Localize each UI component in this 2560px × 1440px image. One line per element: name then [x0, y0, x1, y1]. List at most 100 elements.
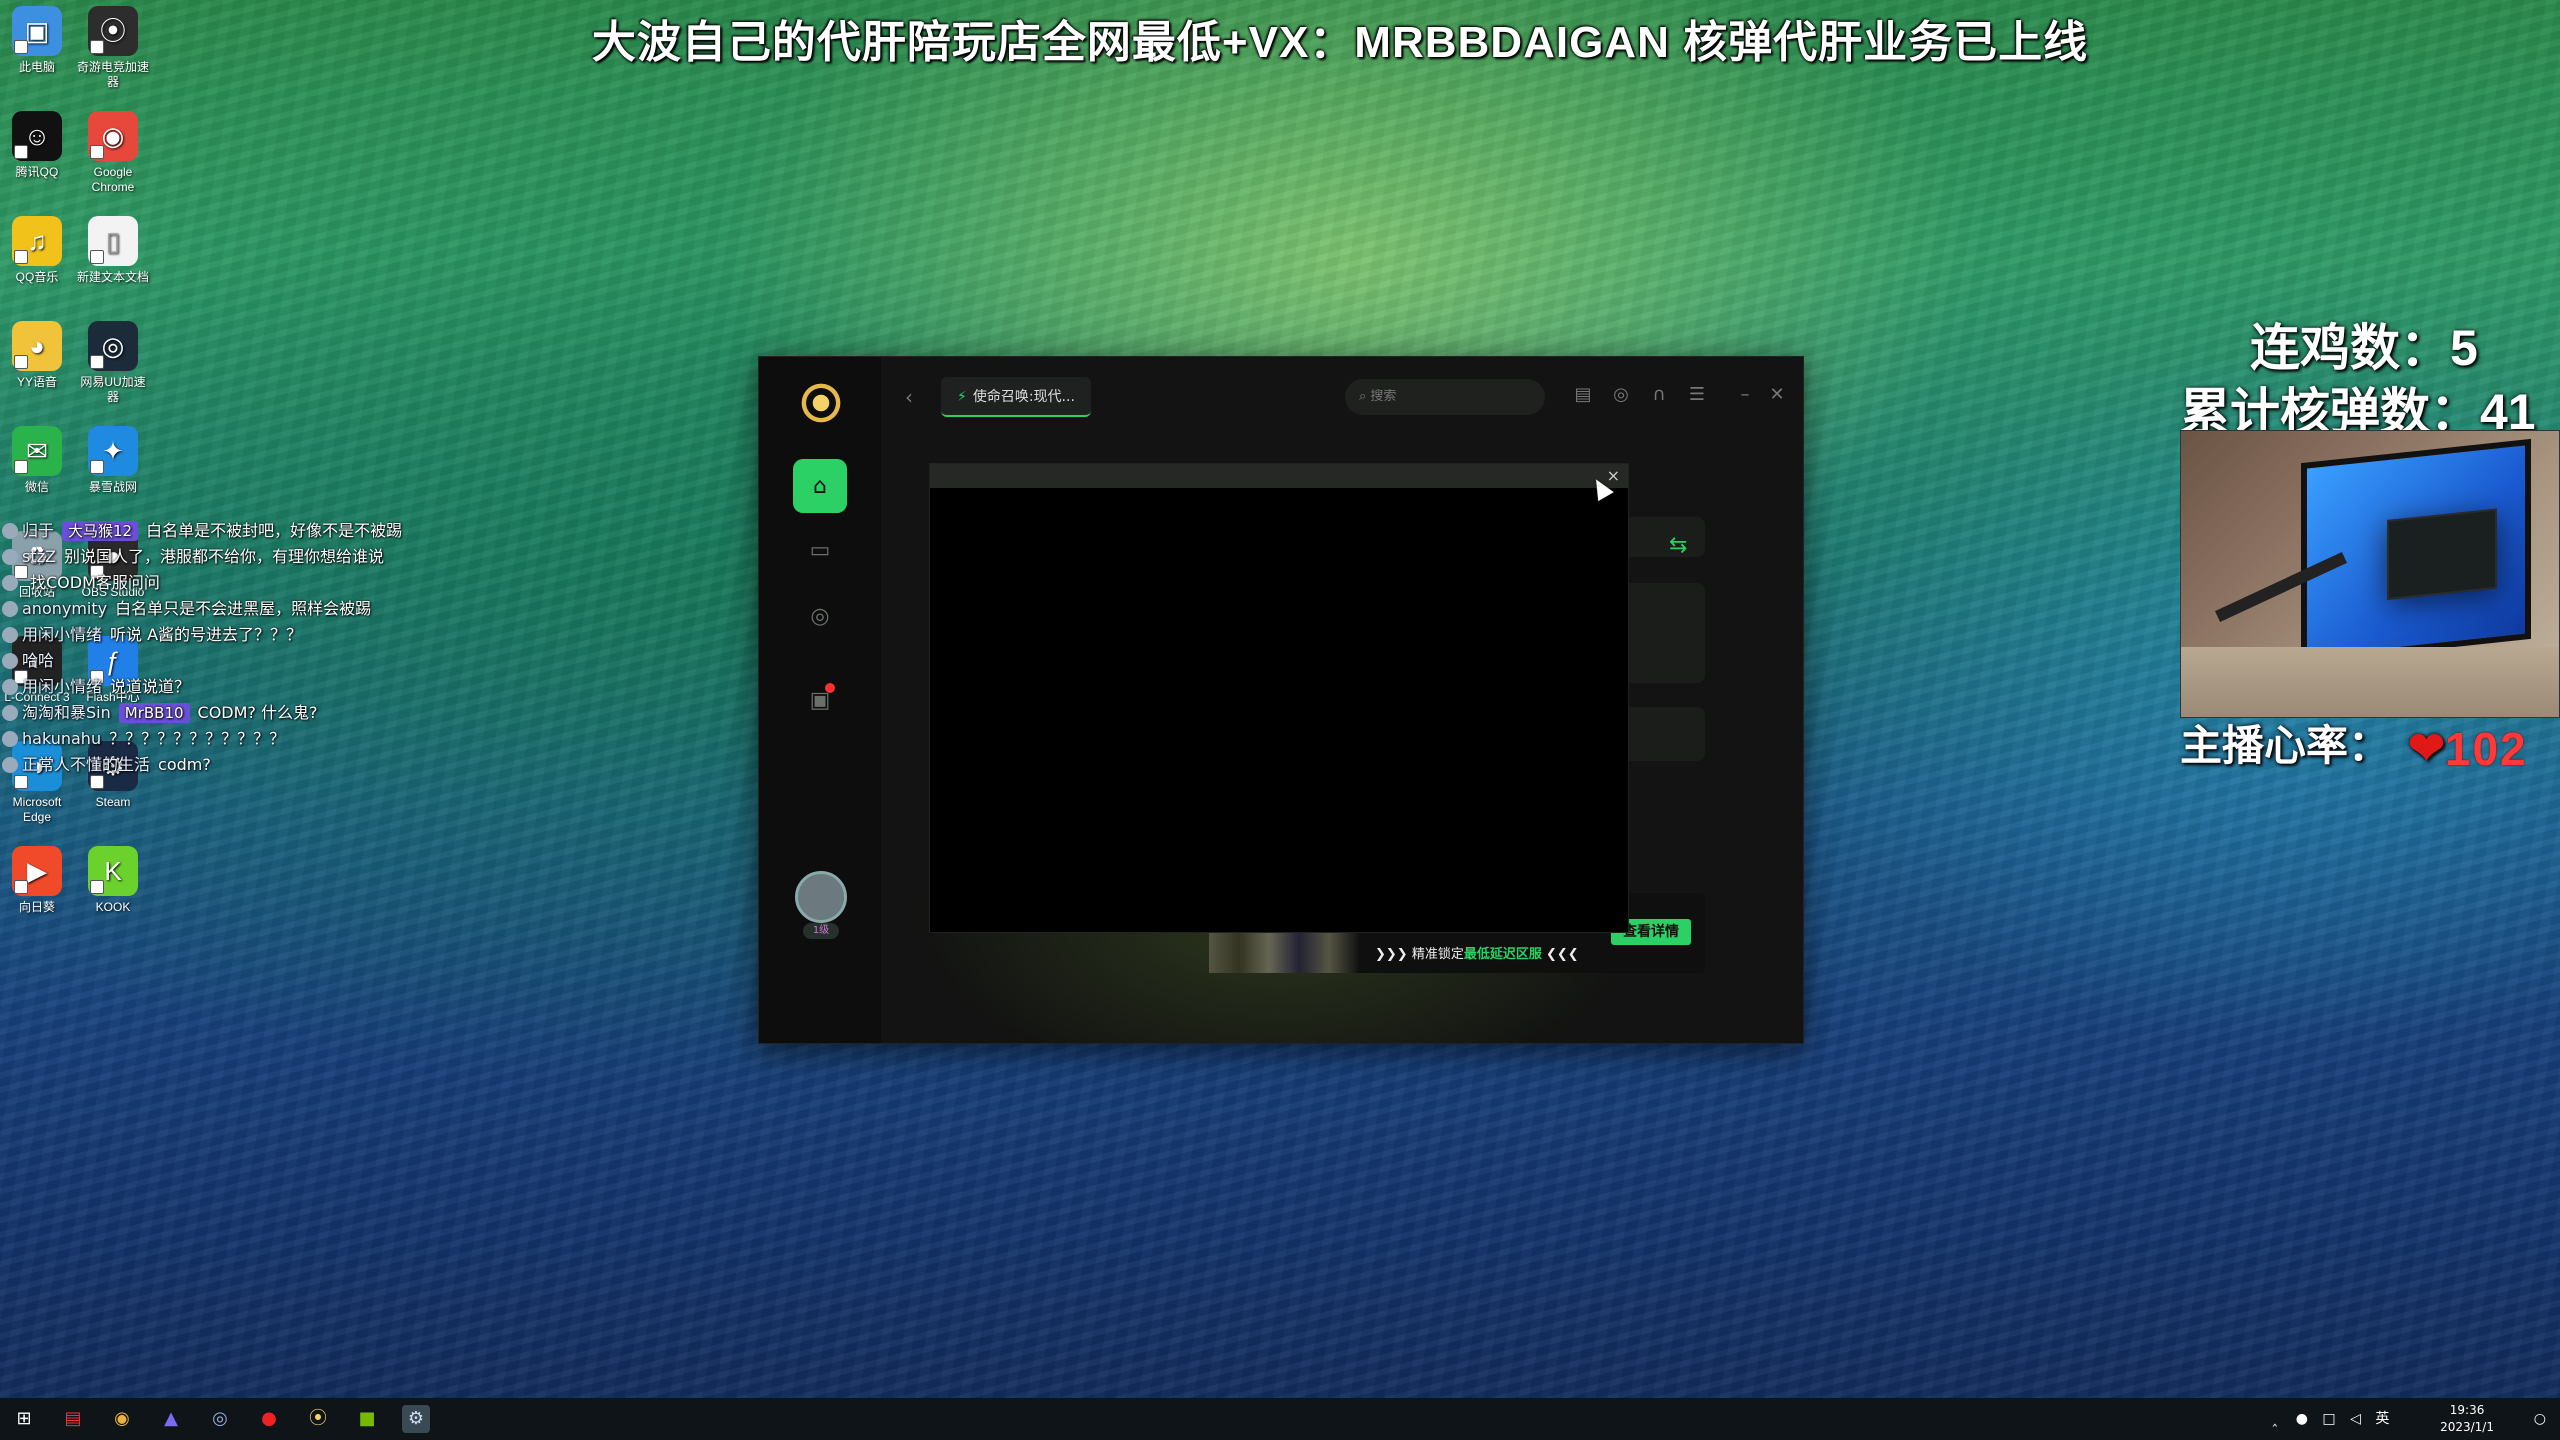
- desktop-icon-battlenet[interactable]: ✦ 暴雪战网: [76, 426, 150, 495]
- desktop-icon-label: 微信: [24, 480, 49, 494]
- chat-text: 找CODM客服问问: [30, 573, 160, 592]
- games-button[interactable]: ◎: [793, 589, 847, 643]
- back-button[interactable]: ‹: [905, 385, 913, 409]
- chat-avatar: [2, 549, 18, 565]
- user-level-badge: 1级: [803, 923, 839, 939]
- desktop-icon-kook[interactable]: K KOOK: [76, 846, 150, 915]
- promo-arrows-right: ❮❮❮: [1541, 947, 1579, 962]
- desktop-icon-chrome[interactable]: ◉ Google Chrome: [76, 111, 150, 195]
- gear-icon: ◎: [1613, 384, 1629, 405]
- store-button[interactable]: ▣: [793, 673, 847, 727]
- chat-text: 说道说道？: [110, 677, 191, 696]
- steam-icon[interactable]: ⚙: [402, 1405, 430, 1433]
- popup-dialog: ×: [929, 463, 1629, 933]
- taskbar: ⊞ ▤ ◉ ▲ ◎ ● ⦿ ■ ⚙ 19:36 2023/1/1 ‸ ● □ ◁ 英 ○: [0, 1398, 2560, 1440]
- chat-text: 白名单只是不会进黑屋，照样会被踢: [115, 599, 372, 618]
- desktop-icon-qqmusic[interactable]: ♫ QQ音乐: [0, 216, 74, 285]
- monitor-icon: ▭: [809, 537, 831, 563]
- chat-text: codm?: [158, 755, 211, 774]
- desktop-icon-label: Google Chrome: [91, 165, 135, 194]
- wechat-icon: ✉: [12, 426, 62, 476]
- desktop-icon-label: 奇游电竞加速器: [76, 60, 149, 89]
- desktop-icon-computer[interactable]: ▣ 此电脑: [0, 6, 74, 75]
- chat-overlay: 归于 大马猴12 白名单是不被封吧，好像不是不被踢 stzZ 别说国人了，港服都不给你，…: [0, 518, 430, 778]
- webcam-monitor: [2301, 438, 2531, 664]
- system-tray: ‸ ● □ ◁ 英 ○: [2273, 1398, 2546, 1440]
- headset-icon: ∩: [1652, 384, 1666, 405]
- tray-chevron-icon[interactable]: ‸: [2273, 1411, 2278, 1427]
- chat-username: stzZ: [22, 547, 56, 566]
- desktop-icon-qiyou[interactable]: ⦿ 奇游电竞加速器: [76, 6, 150, 90]
- desktop-icon-qq[interactable]: ☺ 腾讯QQ: [0, 111, 74, 180]
- netease-music-icon[interactable]: ●: [255, 1405, 283, 1433]
- info-card: [1619, 583, 1705, 683]
- tab-current-game[interactable]: ⚡ 使命召唤:现代...: [941, 377, 1091, 417]
- start-icon[interactable]: ⊞: [10, 1405, 38, 1433]
- chat-avatar: [2, 627, 18, 643]
- desktop-icon-label: 网易UU加速器: [80, 375, 146, 404]
- desktop-icon-sunflower[interactable]: ▶ 向日葵: [0, 846, 74, 915]
- notification-dot: [825, 683, 835, 693]
- desktop-icon-text-file[interactable]: ▯ 新建文本文档: [76, 216, 150, 285]
- bolt-icon: ⚡: [957, 389, 967, 405]
- ad-icon[interactable]: ▤: [59, 1405, 87, 1433]
- device-button[interactable]: ▭: [793, 523, 847, 577]
- network-icon[interactable]: □: [2322, 1411, 2335, 1427]
- popup-header: ×: [930, 464, 1628, 488]
- nvidia-icon[interactable]: ■: [353, 1405, 381, 1433]
- home-button[interactable]: ⌂: [793, 459, 847, 513]
- webcam-feed: [2180, 430, 2560, 718]
- search-box[interactable]: ⌕: [1345, 379, 1545, 415]
- settings-button[interactable]: ◎: [1607, 381, 1635, 409]
- message-button[interactable]: ▤: [1569, 381, 1597, 409]
- promo-tagline: ❯❯❯ 精准锁定最低延迟区服 ❮❮❮: [1375, 947, 1579, 962]
- chevron-left-icon: ‹: [905, 385, 913, 409]
- volume-icon[interactable]: ◁: [2350, 1411, 2361, 1427]
- chat-avatar: [2, 705, 18, 721]
- support-button[interactable]: ∩: [1645, 381, 1673, 409]
- chat-avatar: [2, 757, 18, 773]
- notification-icon[interactable]: ○: [2534, 1411, 2546, 1427]
- minimize-icon: –: [1740, 384, 1750, 405]
- chat-text: ？？？？？？？？？？？: [109, 729, 286, 748]
- app-sidebar: ⌂ ▭ ◎ ▣ 1级: [759, 357, 881, 1043]
- close-icon: ✕: [1769, 384, 1785, 405]
- chat-avatar: [2, 731, 18, 747]
- chrome-icon[interactable]: ◉: [108, 1405, 136, 1433]
- promo-thumbnails: [1209, 933, 1359, 973]
- ime-indicator[interactable]: 英: [2375, 1411, 2389, 1427]
- yy-icon: ◕: [12, 321, 62, 371]
- minimize-button[interactable]: –: [1731, 381, 1759, 409]
- chat-avatar: [2, 523, 18, 539]
- desktop-icon-wechat[interactable]: ✉ 微信: [0, 426, 74, 495]
- menu-button[interactable]: ☰: [1683, 381, 1711, 409]
- obs-flame-icon[interactable]: ▲: [157, 1405, 185, 1433]
- chat-message: 归于 大马猴12 白名单是不被封吧，好像不是不被踢: [0, 518, 430, 544]
- user-avatar[interactable]: [795, 871, 847, 923]
- close-button[interactable]: ✕: [1763, 381, 1791, 409]
- desktop-icon-label: YY语音: [16, 375, 57, 389]
- home-icon: ⌂: [813, 473, 827, 499]
- desktop-icon-label: KOOK: [95, 900, 131, 914]
- chat-username: 正常人不懂的生活: [22, 755, 151, 774]
- menu-icon: ☰: [1688, 384, 1706, 405]
- app-logo: [795, 377, 847, 429]
- microphone-icon[interactable]: ●: [2296, 1411, 2308, 1427]
- info-card-2: [1619, 707, 1705, 761]
- qiyou-icon[interactable]: ⦿: [304, 1405, 332, 1433]
- search-input[interactable]: [1370, 389, 1521, 404]
- chat-avatar: [2, 575, 18, 591]
- kook-icon: K: [88, 846, 138, 896]
- heart-rate-value: 102: [2444, 722, 2528, 775]
- swap-icon[interactable]: ⇆: [1669, 533, 1687, 558]
- chat-avatar: [2, 653, 18, 669]
- desktop-icon-yy[interactable]: ◕ YY语音: [0, 321, 74, 390]
- search-icon: ⌕: [1359, 389, 1367, 404]
- desktop-icon-label: 新建文本文档: [76, 270, 149, 284]
- desktop-icon-label: 暴雪战网: [88, 480, 137, 494]
- chat-message: 淘淘和暴Sin MrBB10 CODM? 什么鬼?: [0, 700, 430, 726]
- chrome-icon: ◉: [88, 111, 138, 161]
- desktop-icon-uu[interactable]: ◎ 网易UU加速器: [76, 321, 150, 405]
- desktop-icon-label: Microsoft Edge: [12, 795, 62, 824]
- uu-icon[interactable]: ◎: [206, 1405, 234, 1433]
